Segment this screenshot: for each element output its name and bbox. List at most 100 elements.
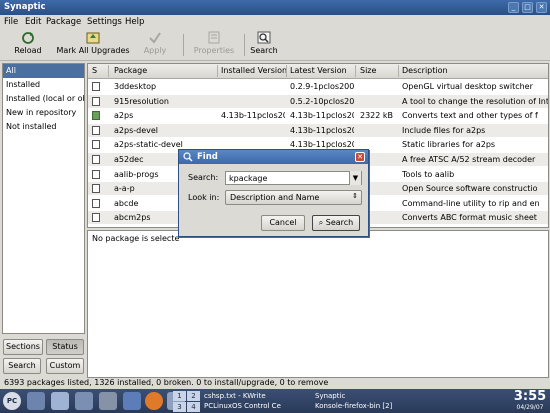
search-button-icon: ⌕ bbox=[318, 218, 324, 227]
find-search-input[interactable]: kpackage ▼ bbox=[225, 171, 362, 185]
latest-version: 0.5.2-10pclos200 bbox=[290, 96, 354, 106]
package-description: A free ATSC A/52 stream decoder bbox=[402, 155, 536, 164]
not-installed-status-icon[interactable] bbox=[92, 169, 100, 179]
package-name: a2ps bbox=[114, 111, 134, 121]
latest-version: 4.13b-11pclos20 bbox=[290, 125, 354, 135]
column-size[interactable]: Size bbox=[360, 66, 376, 75]
lookin-value: Description and Name bbox=[230, 193, 320, 202]
search-history-dropdown-icon[interactable]: ▼ bbox=[349, 171, 361, 185]
menu-edit[interactable]: Edit bbox=[25, 17, 41, 27]
properties-button[interactable]: Properties bbox=[189, 31, 239, 60]
find-dialog-titlebar[interactable]: Find ✕ bbox=[179, 150, 368, 164]
firefox-icon[interactable] bbox=[145, 392, 163, 410]
workspace-3[interactable]: 3 bbox=[173, 402, 186, 412]
package-description: Tools to aalib bbox=[402, 169, 455, 179]
table-row[interactable]: a2ps-devel 4.13b-11pclos20 Include files f… bbox=[88, 123, 548, 137]
search-button-label: Search bbox=[325, 218, 354, 227]
installed-version: 4.13b-11pclos20 bbox=[221, 111, 285, 121]
menu-file[interactable]: File bbox=[4, 17, 18, 27]
reload-label: Reload bbox=[14, 46, 42, 55]
status-text: 6393 packages listed, 1326 installed, 0 … bbox=[4, 378, 329, 387]
network-icon[interactable] bbox=[123, 392, 141, 410]
installed-status-icon[interactable] bbox=[92, 111, 100, 121]
details-text: No package is selecte bbox=[92, 234, 180, 243]
maximize-icon[interactable]: □ bbox=[522, 2, 533, 13]
not-installed-status-icon[interactable] bbox=[92, 140, 100, 150]
filter-new-in-repository[interactable]: New in repository bbox=[3, 106, 84, 120]
latest-version: 0.2.9-1pclos2007 bbox=[290, 82, 354, 91]
workspace-4[interactable]: 4 bbox=[187, 402, 200, 412]
column-installed-version[interactable]: Installed Version bbox=[221, 66, 287, 75]
package-description: Converts text and other types of f bbox=[402, 111, 538, 121]
menu-help[interactable]: Help bbox=[125, 17, 144, 27]
sections-button[interactable]: Sections bbox=[3, 339, 43, 355]
clock-time: 3:55 bbox=[513, 389, 547, 404]
not-installed-status-icon[interactable] bbox=[92, 82, 100, 91]
search-filter-button[interactable]: Search bbox=[3, 358, 41, 374]
task-konsole[interactable]: Konsole-firefox-bin [2] bbox=[315, 402, 415, 410]
table-row[interactable]: 915resolution 0.5.2-10pclos200 A tool to c… bbox=[88, 94, 549, 108]
title-bar[interactable]: Synaptic _ □ ✕ bbox=[0, 0, 550, 15]
package-name: 915resolution bbox=[114, 96, 169, 106]
search-field-label: Search: bbox=[188, 173, 219, 182]
reload-button[interactable]: Reload bbox=[10, 31, 46, 60]
package-description: Command-line utility to rip and en bbox=[402, 198, 540, 208]
task-kwrite[interactable]: cshsp.txt - KWrite bbox=[204, 392, 304, 400]
cancel-button[interactable]: Cancel bbox=[261, 215, 305, 231]
menu-bar: File Edit Package Settings Help bbox=[0, 15, 550, 29]
not-installed-status-icon[interactable] bbox=[92, 155, 100, 164]
package-name: a2ps-devel bbox=[114, 125, 159, 135]
checkmark-icon bbox=[149, 32, 161, 44]
lookin-label: Look in: bbox=[188, 193, 220, 202]
filter-installed-local[interactable]: Installed (local or ob bbox=[3, 92, 84, 106]
table-row[interactable]: 3ddesktop 0.2.9-1pclos2007 OpenGL virtual … bbox=[88, 80, 548, 93]
filter-not-installed[interactable]: Not installed bbox=[3, 120, 84, 134]
clock[interactable]: 3:55 04/29/07 bbox=[510, 389, 550, 413]
toolbar-separator bbox=[183, 34, 184, 56]
find-search-value: kpackage bbox=[229, 174, 268, 183]
desktop-icon[interactable] bbox=[27, 392, 45, 410]
latest-version: 4.13b-11pclos20 bbox=[290, 111, 354, 121]
not-installed-status-icon[interactable] bbox=[92, 184, 100, 194]
settings-icon[interactable] bbox=[99, 392, 117, 410]
lookin-select[interactable]: Description and Name ⇕ bbox=[225, 190, 362, 205]
find-search-button[interactable]: ⌕ Search bbox=[312, 215, 360, 231]
column-package[interactable]: Package bbox=[114, 66, 147, 75]
package-details-pane: No package is selecte bbox=[87, 230, 549, 378]
close-icon[interactable]: ✕ bbox=[536, 2, 547, 13]
workspace-2[interactable]: 2 bbox=[187, 391, 200, 401]
search-toolbar-button[interactable]: Search bbox=[248, 31, 280, 60]
not-installed-status-icon[interactable] bbox=[92, 198, 100, 208]
home-icon[interactable] bbox=[51, 392, 69, 410]
not-installed-status-icon[interactable] bbox=[92, 213, 100, 223]
column-description[interactable]: Description bbox=[402, 66, 448, 75]
menu-settings[interactable]: Settings bbox=[87, 17, 122, 27]
package-name: 3ddesktop bbox=[114, 82, 157, 91]
reload-icon bbox=[22, 32, 34, 44]
package-description: A tool to change the resolution of Intel… bbox=[402, 96, 549, 106]
package-table-header: S Package Installed Version Latest Versi… bbox=[88, 64, 548, 79]
package-size: 2322 kB bbox=[360, 111, 394, 121]
status-button[interactable]: Status bbox=[46, 339, 84, 355]
package-description: Static libraries for a2ps bbox=[402, 140, 496, 150]
terminal-icon[interactable] bbox=[75, 392, 93, 410]
not-installed-status-icon[interactable] bbox=[92, 96, 100, 106]
cancel-label: Cancel bbox=[269, 218, 297, 227]
status-bar: 6393 packages listed, 1326 installed, 0 … bbox=[0, 378, 550, 389]
not-installed-status-icon[interactable] bbox=[92, 125, 100, 135]
task-control-center[interactable]: PCLinuxOS Control Ce bbox=[204, 402, 304, 410]
task-synaptic[interactable]: Synaptic bbox=[315, 392, 415, 400]
start-menu-icon[interactable]: PC bbox=[3, 392, 21, 410]
menu-package[interactable]: Package bbox=[46, 17, 81, 27]
filter-installed[interactable]: Installed bbox=[3, 78, 84, 92]
filter-all[interactable]: All bbox=[3, 64, 84, 78]
workspace-1[interactable]: 1 bbox=[173, 391, 186, 401]
custom-button[interactable]: Custom bbox=[46, 358, 84, 374]
apply-button[interactable]: Apply bbox=[138, 31, 172, 60]
column-status[interactable]: S bbox=[92, 66, 97, 75]
find-close-icon[interactable]: ✕ bbox=[355, 152, 365, 162]
column-latest-version[interactable]: Latest Version bbox=[290, 66, 347, 75]
table-row[interactable]: a2ps 4.13b-11pclos20 4.13b-11pclos20 2322 k… bbox=[88, 109, 548, 122]
minimize-icon[interactable]: _ bbox=[508, 2, 519, 13]
mark-all-upgrades-button[interactable]: Mark All Upgrades bbox=[53, 31, 133, 60]
